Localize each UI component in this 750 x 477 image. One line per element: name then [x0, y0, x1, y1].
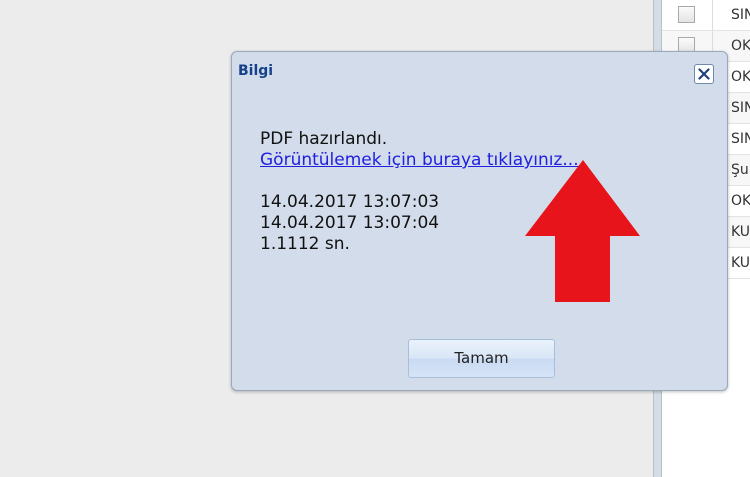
- column-divider: [712, 0, 713, 30]
- close-icon: [698, 68, 710, 80]
- row-checkbox[interactable]: [678, 6, 695, 23]
- close-button[interactable]: [694, 64, 714, 84]
- table-cell: KU: [731, 255, 750, 271]
- table-cell: Şu: [731, 162, 749, 178]
- table-cell: OK: [731, 69, 750, 85]
- table-row[interactable]: SIN: [662, 0, 750, 31]
- status-message: PDF hazırlandı.: [260, 129, 388, 149]
- table-cell: OK: [731, 193, 750, 209]
- table-cell: KU: [731, 224, 750, 240]
- table-cell: OK: [731, 38, 750, 54]
- app-page: SIN OK OK SIN SIN Şu OK KU KU Bilgi PDF …: [0, 0, 750, 477]
- table-cell: SIN: [731, 7, 750, 23]
- red-arrow-up-icon: [525, 160, 640, 302]
- ok-button[interactable]: Tamam: [408, 339, 555, 378]
- info-dialog: Bilgi PDF hazırlandı. Görüntülemek için …: [231, 51, 728, 391]
- table-cell: SIN: [731, 131, 750, 147]
- table-cell: SIN: [731, 100, 750, 116]
- dialog-title: Bilgi: [238, 63, 274, 79]
